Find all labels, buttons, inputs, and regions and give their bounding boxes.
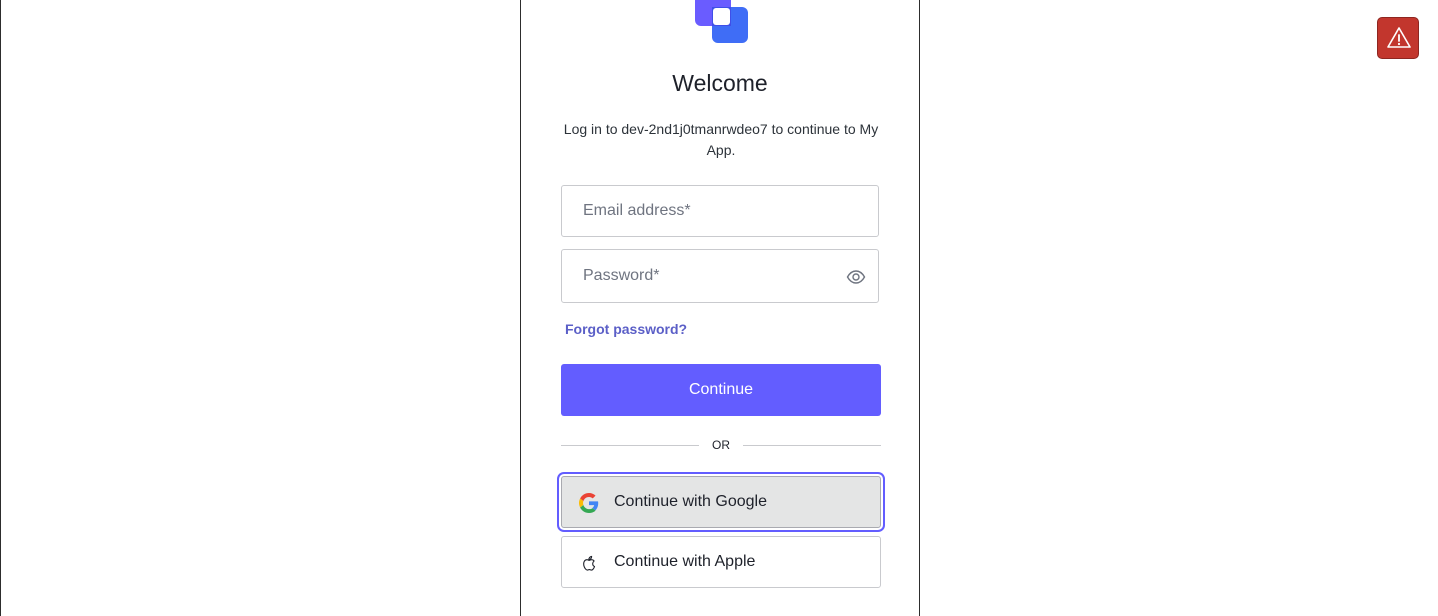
app-logo (695, 0, 749, 44)
continue-with-apple-button[interactable]: Continue with Apple (561, 536, 881, 588)
page-title: Welcome (672, 70, 768, 96)
continue-button[interactable]: Continue (561, 364, 881, 416)
apple-button-label: Continue with Apple (614, 553, 756, 570)
eye-icon[interactable] (846, 267, 866, 287)
login-card: Welcome Log in to dev-2nd1j0tmanrwdeo7 t… (520, 0, 920, 616)
email-field[interactable] (561, 185, 879, 237)
warning-icon (1387, 27, 1411, 48)
password-field[interactable] (561, 249, 879, 303)
divider-line-right (743, 445, 881, 446)
continue-with-google-button[interactable]: Continue with Google (561, 476, 881, 528)
apple-icon (579, 553, 599, 573)
left-edge-divider (0, 0, 1, 616)
google-icon (579, 493, 599, 513)
password-input[interactable] (562, 250, 823, 302)
forgot-password-link[interactable]: Forgot password? (565, 321, 687, 337)
login-subtitle: Log in to dev-2nd1j0tmanrwdeo7 to contin… (563, 121, 879, 158)
warning-button[interactable] (1377, 17, 1419, 59)
email-input[interactable] (562, 186, 823, 236)
or-divider: OR (561, 437, 881, 455)
google-button-label: Continue with Google (614, 493, 767, 510)
